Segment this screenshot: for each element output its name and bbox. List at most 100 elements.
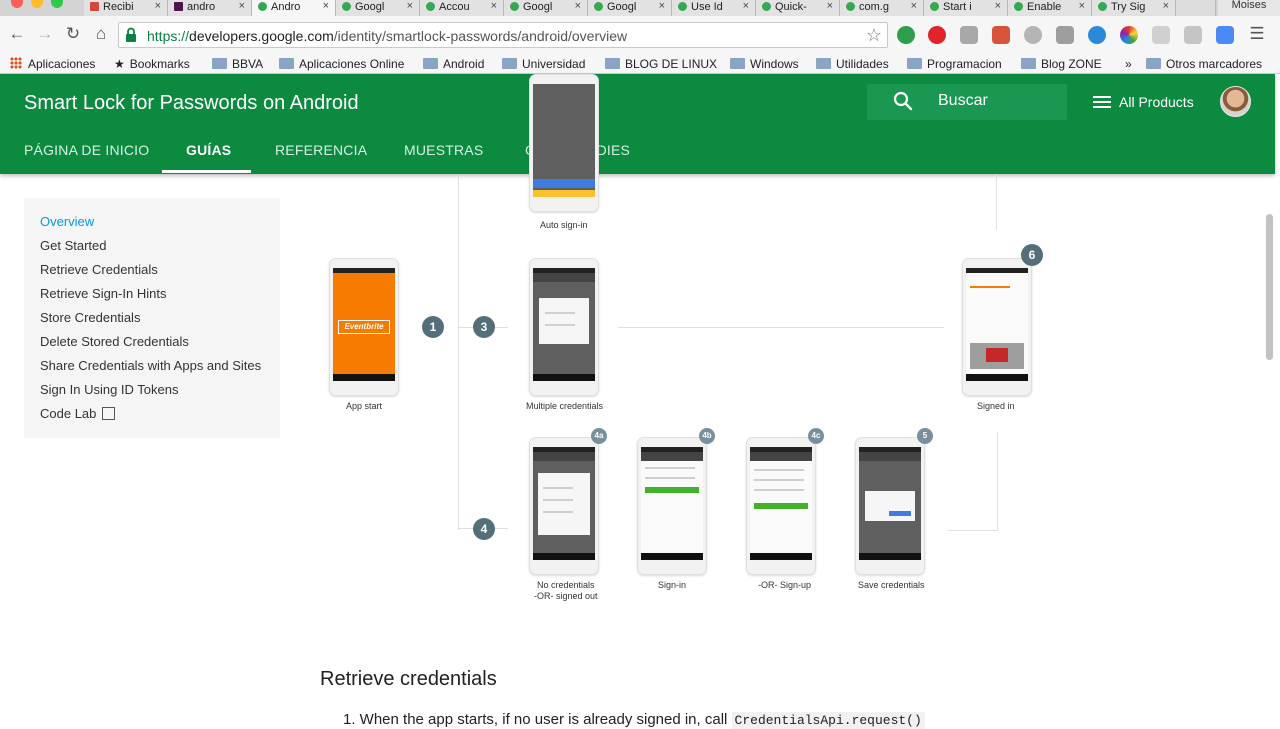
bookmark-folder[interactable]: Universidad: [502, 57, 585, 71]
close-tab-icon[interactable]: ×: [491, 0, 497, 12]
browser-tab[interactable]: andro ×: [168, 0, 252, 16]
bookmark-folder[interactable]: Programacion: [907, 57, 1002, 71]
gmail-icon: [90, 2, 99, 11]
browser-tab[interactable]: Accou ×: [420, 0, 504, 16]
bookmark-star-icon[interactable]: ☆: [866, 25, 882, 46]
browser-tab-strip: Recibi × andro × Andro × Googl × Accou × Goog…: [0, 0, 1280, 16]
sidebar-item-delete-stored-credentials[interactable]: Delete Stored Credentials: [40, 334, 189, 349]
bookmark-folder[interactable]: Android: [423, 57, 484, 71]
phone-sign-in: [637, 437, 707, 575]
cloud-icon[interactable]: [1088, 26, 1106, 44]
book-icon[interactable]: [992, 26, 1010, 44]
google-developers-icon: [258, 2, 267, 11]
close-tab-icon[interactable]: ×: [407, 0, 413, 12]
close-tab-icon[interactable]: ×: [995, 0, 1001, 12]
external-link-icon: [102, 407, 116, 420]
dropbox-icon[interactable]: [1184, 26, 1202, 44]
tab-guides[interactable]: GUÍAS: [186, 142, 231, 158]
close-tab-icon[interactable]: ×: [1163, 0, 1169, 12]
browser-tab[interactable]: Use Id ×: [672, 0, 756, 16]
connector-line: [997, 432, 998, 530]
sidebar-item-share-credentials[interactable]: Share Credentials with Apps and Sites: [40, 358, 261, 373]
minimize-window-button[interactable]: [31, 0, 43, 8]
sidebar-item-retrieve-credentials[interactable]: Retrieve Credentials: [40, 262, 158, 277]
reload-button[interactable]: ↻: [62, 24, 84, 44]
tab-reference[interactable]: REFERENCIA: [275, 142, 367, 158]
bookmark-bookmarks[interactable]: ★ Bookmarks: [114, 57, 190, 71]
cast-icon[interactable]: [1056, 26, 1074, 44]
close-tab-icon[interactable]: ×: [155, 0, 161, 12]
home-button[interactable]: ⌂: [90, 24, 112, 44]
phone-signed-in: [962, 258, 1032, 396]
browser-tab[interactable]: Recibi ×: [84, 0, 168, 16]
sidebar-item-store-credentials[interactable]: Store Credentials: [40, 310, 140, 325]
section-title: Retrieve credentials: [320, 668, 497, 690]
browser-tab[interactable]: Quick- ×: [756, 0, 840, 16]
step-badge: 4b: [699, 428, 715, 444]
bookmark-folder[interactable]: Utilidades: [816, 57, 889, 71]
close-tab-icon[interactable]: ×: [323, 0, 329, 12]
browser-tab[interactable]: Enable ×: [1008, 0, 1092, 16]
back-button[interactable]: ←: [6, 24, 28, 44]
translate-icon[interactable]: [1216, 26, 1234, 44]
avatar[interactable]: [1220, 86, 1251, 117]
bookmark-folder[interactable]: Windows: [730, 57, 799, 71]
bookmark-folder[interactable]: BLOG DE LINUX: [605, 57, 717, 71]
caption-signed-in: Signed in: [977, 401, 1015, 411]
page-scrollbar[interactable]: [1266, 214, 1273, 360]
active-tab-indicator: [162, 170, 251, 173]
folder-icon: [279, 58, 294, 69]
close-tab-icon[interactable]: ×: [1079, 0, 1085, 12]
caption-no-credentials: No credentials -OR- signed out: [534, 580, 598, 601]
close-tab-icon[interactable]: ×: [911, 0, 917, 12]
bookmark-folder[interactable]: Aplicaciones Online: [279, 57, 404, 71]
bookmark-other[interactable]: Otros marcadores: [1146, 57, 1262, 71]
sidebar-item-id-tokens[interactable]: Sign In Using ID Tokens: [40, 382, 179, 397]
search-input[interactable]: [938, 92, 1058, 110]
color-wheel-icon[interactable]: [1120, 26, 1138, 44]
browser-tab[interactable]: Start i ×: [924, 0, 1008, 16]
bookmark-folder[interactable]: BBVA: [212, 57, 263, 71]
browser-tab[interactable]: com.g ×: [840, 0, 924, 16]
profile-button[interactable]: Moises: [1218, 0, 1280, 16]
extension-icon[interactable]: [897, 26, 915, 44]
site-search[interactable]: [867, 84, 1067, 120]
pin-icon[interactable]: [1024, 26, 1042, 44]
close-tab-icon[interactable]: ×: [827, 0, 833, 12]
close-tab-icon[interactable]: ×: [743, 0, 749, 12]
sidebar-item-get-started[interactable]: Get Started: [40, 238, 106, 253]
bookmark-folder[interactable]: Blog ZONE: [1021, 57, 1102, 71]
sidebar-icon[interactable]: [1152, 26, 1170, 44]
bookmark-apps[interactable]: Aplicaciones: [10, 57, 95, 71]
address-bar[interactable]: https://developers.google.com/identity/s…: [118, 22, 888, 48]
google-developers-icon: [846, 2, 855, 11]
maximize-window-button[interactable]: [51, 0, 63, 8]
sidebar-item-code-lab[interactable]: Code Lab: [40, 406, 116, 421]
list-icon: [1093, 96, 1111, 108]
browser-tab[interactable]: Googl ×: [336, 0, 420, 16]
opera-icon[interactable]: [928, 26, 946, 44]
browser-tab[interactable]: Googl ×: [504, 0, 588, 16]
connector-line: [996, 174, 997, 230]
sidebar-item-retrieve-sign-in-hints[interactable]: Retrieve Sign-In Hints: [40, 286, 166, 301]
browser-tab-active[interactable]: Andro ×: [252, 0, 336, 16]
google-developers-icon: [510, 2, 519, 11]
close-tab-icon[interactable]: ×: [659, 0, 665, 12]
chrome-menu-icon[interactable]: ☰: [1246, 24, 1268, 44]
step-badge: 5: [917, 428, 933, 444]
site-title[interactable]: Smart Lock for Passwords on Android: [24, 92, 359, 115]
tab-samples[interactable]: MUESTRAS: [404, 142, 483, 158]
tab-home[interactable]: PÁGINA DE INICIO: [24, 142, 149, 158]
new-tab-button[interactable]: [1176, 0, 1216, 16]
close-tab-icon[interactable]: ×: [575, 0, 581, 12]
browser-tab[interactable]: Googl ×: [588, 0, 672, 16]
all-products-button[interactable]: All Products: [1093, 94, 1194, 110]
browser-tab[interactable]: Try Sig ×: [1092, 0, 1176, 16]
chat-icon[interactable]: [960, 26, 978, 44]
sidebar-item-overview[interactable]: Overview: [40, 214, 94, 229]
step-badge: 6: [1021, 244, 1043, 266]
bookmarks-overflow-button[interactable]: »: [1125, 57, 1132, 71]
forward-button[interactable]: →: [34, 24, 56, 44]
close-window-button[interactable]: [11, 0, 23, 8]
close-tab-icon[interactable]: ×: [239, 0, 245, 12]
